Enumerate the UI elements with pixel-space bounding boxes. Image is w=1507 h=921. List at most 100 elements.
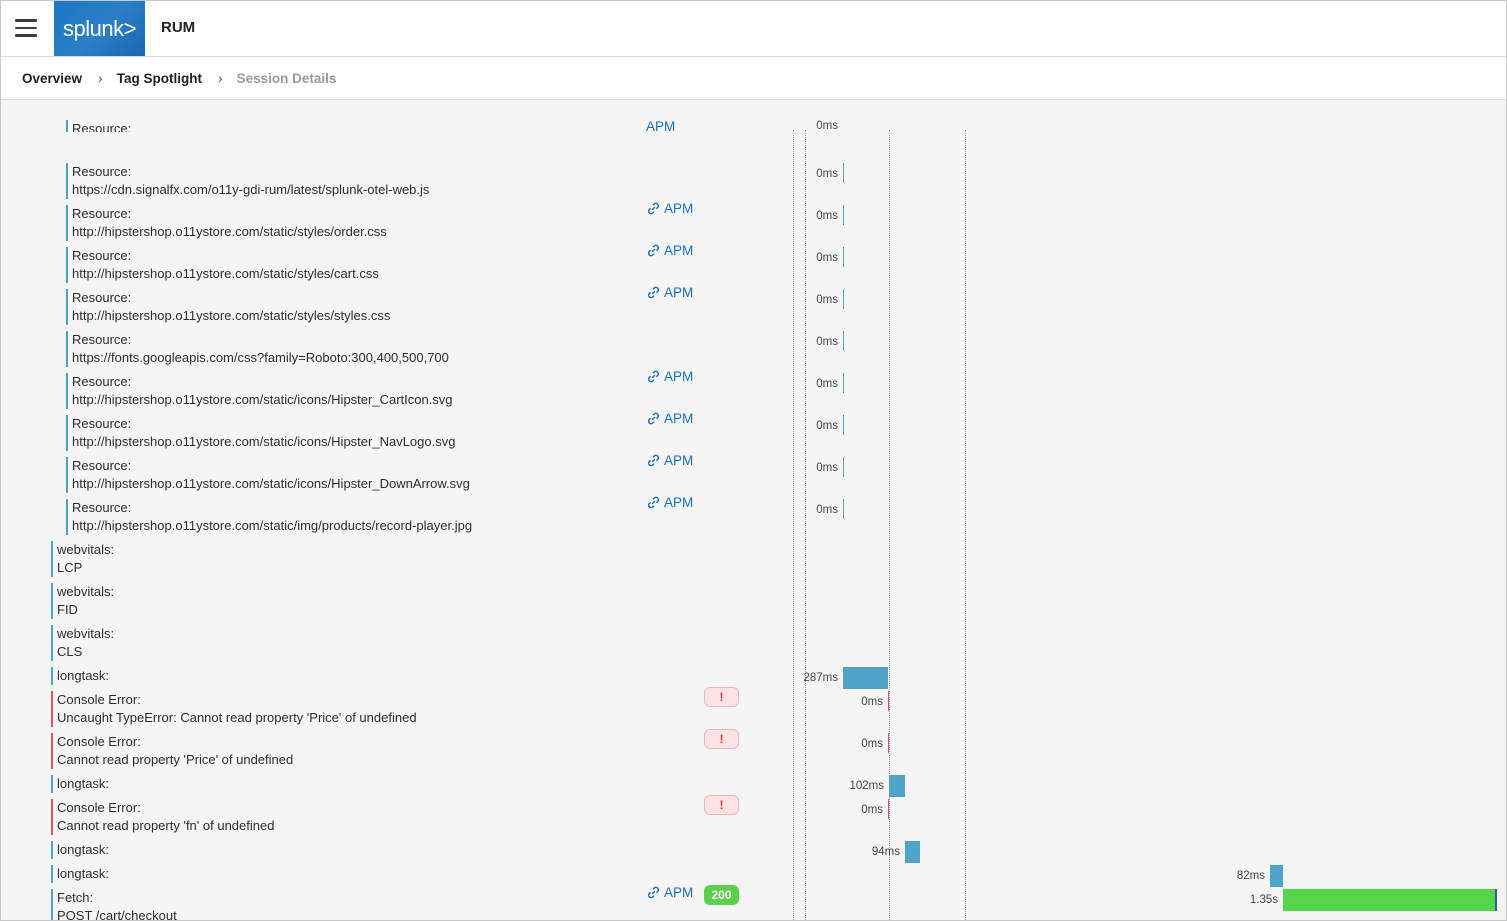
duration-label: 0ms [816,210,838,222]
row-type: longtask: [57,776,110,791]
row-label: Resource: https://cdn.signalfx.com/o11y-g… [66,163,429,199]
row-label: Console Error: Cannot read property 'fn' … [51,799,274,835]
breadcrumb-tag-spotlight[interactable]: Tag Spotlight [117,71,202,86]
row-type: Resource: [72,416,132,431]
timeline-marker[interactable] [843,457,844,477]
breadcrumb: Overview › Tag Spotlight › Session Detai… [1,57,1506,100]
list-item[interactable]: webvitals: LCP [1,541,1506,581]
row-detail: https://cdn.signalfx.com/o11y-gdi-rum/la… [72,182,430,197]
link-icon [646,369,664,384]
apm-link[interactable]: APM [646,453,693,468]
row-label: webvitals: CLS [51,625,114,661]
error-badge[interactable]: ! [704,795,739,815]
row-label: Resource: http://hipstershop.o11ystore.co… [66,247,379,283]
error-badge[interactable]: ! [704,729,739,749]
apm-link[interactable]: APM [646,411,693,426]
session-waterfall: Resource: APM 0ms Resource: https://cdn.s… [1,100,1506,920]
link-icon [646,495,664,510]
apm-link[interactable]: APM [646,285,693,300]
row-detail: Cannot read property 'fn' of undefined [57,818,275,833]
timeline-bar[interactable] [843,667,888,689]
row-detail: http://hipstershop.o11ystore.com/static/… [72,308,391,323]
link-icon [646,411,664,426]
row-type: Resource: [72,248,132,263]
timeline-marker[interactable] [843,373,844,393]
list-item[interactable]: Console Error: Uncaught TypeError: Cannot… [1,687,1506,731]
timeline-bar[interactable] [905,841,920,863]
list-item[interactable]: Resource: APM 0ms [1,120,1506,160]
timeline-marker[interactable] [888,799,889,819]
row-type: Resource: [72,121,132,132]
hamburger-menu-icon[interactable] [15,19,39,39]
duration-label: 0ms [816,336,838,348]
apm-label: APM [664,453,694,468]
duration-label: 0ms [816,168,838,180]
list-item[interactable]: Console Error: Cannot read property 'Pric… [1,729,1506,773]
link-icon [646,201,664,216]
row-detail: http://hipstershop.o11ystore.com/static/… [72,476,470,491]
row-detail: http://hipstershop.o11ystore.com/static/… [72,266,379,281]
list-item[interactable]: Resource: http://hipstershop.o11ystore.co… [1,243,1506,287]
row-detail: Cannot read property 'Price' of undefine… [57,752,294,767]
chevron-right-icon: › [98,70,103,86]
status-badge[interactable]: 200 [704,885,739,905]
row-label: Fetch: POST /cart/checkout [51,889,177,920]
apm-link[interactable]: APM [646,120,675,132]
breadcrumb-overview[interactable]: Overview [22,71,82,86]
apm-link[interactable]: APM [646,885,693,900]
row-label: webvitals: LCP [51,541,114,577]
list-item[interactable]: Resource: http://hipstershop.o11ystore.co… [1,411,1506,455]
list-item[interactable]: Resource: http://hipstershop.o11ystore.co… [1,495,1506,539]
list-item[interactable]: Resource: http://hipstershop.o11ystore.co… [1,453,1506,497]
apm-link[interactable]: APM [646,243,693,258]
list-item[interactable]: Resource: https://cdn.signalfx.com/o11y-g… [1,163,1506,203]
timeline-marker[interactable] [888,691,889,711]
row-detail: FID [57,602,78,617]
timeline-bar[interactable] [1270,865,1283,887]
timeline-marker[interactable] [843,163,844,183]
timeline-bar[interactable] [889,775,905,797]
list-item[interactable]: Resource: http://hipstershop.o11ystore.co… [1,201,1506,245]
timeline-bar[interactable] [1283,889,1497,911]
duration-label: 1.35s [1249,894,1278,906]
timeline-marker[interactable] [888,733,889,753]
timeline-marker[interactable] [843,247,844,267]
row-detail: Uncaught TypeError: Cannot read property… [57,710,417,725]
timeline-marker[interactable] [843,415,844,435]
timeline-marker[interactable] [843,499,844,519]
error-badge[interactable]: ! [704,687,739,707]
list-item[interactable]: Console Error: Cannot read property 'fn' … [1,795,1506,839]
list-item[interactable]: Resource: http://hipstershop.o11ystore.co… [1,369,1506,413]
apm-link[interactable]: APM [646,369,693,384]
list-item[interactable]: webvitals: FID [1,583,1506,623]
row-label: longtask: [51,865,109,883]
row-label: Resource: http://hipstershop.o11ystore.co… [66,499,472,535]
row-detail: http://hipstershop.o11ystore.com/static/… [72,434,456,449]
apm-label: APM [664,369,694,384]
duration-label: 0ms [816,462,838,474]
row-type: longtask: [57,842,110,857]
list-item[interactable]: Fetch: POST /cart/checkout APM 200 1.35s [1,885,1506,920]
timeline-marker[interactable] [843,205,844,225]
apm-link[interactable]: APM [646,495,693,510]
breadcrumb-session-details: Session Details [236,70,337,86]
row-type: Resource: [72,164,132,179]
apm-link[interactable]: APM [646,201,693,216]
row-label: Resource: http://hipstershop.o11ystore.co… [66,415,455,451]
list-item[interactable]: webvitals: CLS [1,625,1506,665]
duration-label: 0ms [816,504,838,516]
row-detail: https://fonts.googleapis.com/css?family=… [72,350,449,365]
row-type: webvitals: [57,626,115,641]
list-item[interactable]: Resource: https://fonts.googleapis.com/cs… [1,331,1506,371]
duration-label: 0ms [861,696,883,708]
duration-label: 0ms [816,294,838,306]
timeline-marker[interactable] [843,289,844,309]
timeline-marker[interactable] [843,331,844,351]
top-bar: splunk> RUM [1,1,1506,57]
apm-label: APM [664,243,694,258]
row-detail: http://hipstershop.o11ystore.com/static/… [72,224,387,239]
row-type: longtask: [57,668,110,683]
row-type: Fetch: [57,890,94,905]
list-item[interactable]: Resource: http://hipstershop.o11ystore.co… [1,285,1506,329]
splunk-logo[interactable]: splunk> [54,1,145,56]
